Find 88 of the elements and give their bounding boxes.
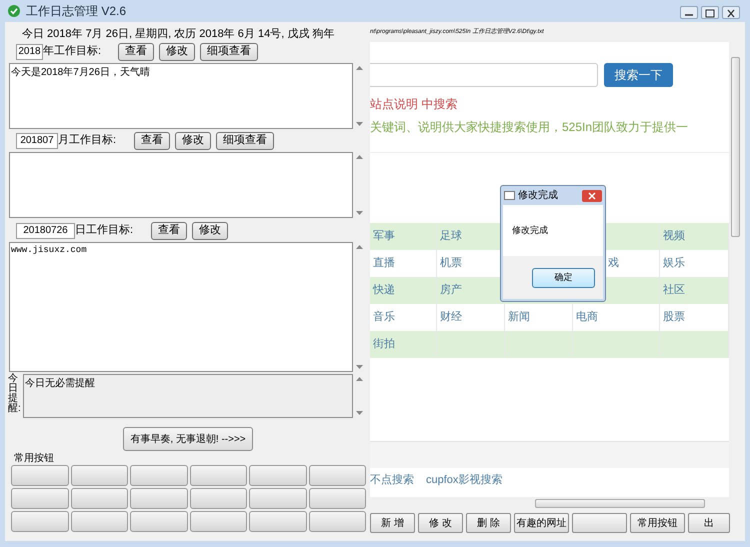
up-arrow-icon[interactable]	[356, 377, 363, 381]
shortcut-button[interactable]	[11, 488, 68, 509]
group-label: 常用按钮	[14, 453, 55, 465]
category-link[interactable]: 电商	[576, 311, 598, 323]
shortcut-button[interactable]	[70, 511, 128, 532]
date-input[interactable]: 2018	[16, 44, 43, 60]
scrollbar-thumb[interactable]	[535, 498, 705, 508]
dialog-title: 修改完成	[518, 188, 558, 203]
search-button[interactable]: 搜索一下	[604, 63, 673, 87]
goal-label: 月工作目标:	[58, 133, 116, 148]
toolbar-button[interactable]	[572, 513, 627, 533]
category-link[interactable]: 新闻	[508, 311, 530, 323]
shortcut-button[interactable]	[190, 465, 247, 486]
toolbar-button[interactable]: 新 增	[370, 513, 415, 533]
shortcut-button[interactable]	[70, 488, 128, 509]
down-arrow-icon[interactable]	[356, 365, 363, 369]
goal-button[interactable]: 查看	[134, 132, 170, 150]
date-input[interactable]: 20180726	[16, 222, 75, 238]
category-link[interactable]: 戏	[608, 257, 619, 269]
close-icon[interactable]	[722, 6, 740, 19]
minimize-icon[interactable]	[680, 6, 698, 19]
category-link[interactable]: 房产	[440, 284, 462, 296]
maximize-icon[interactable]	[701, 6, 719, 19]
goal-button[interactable]: 查看	[118, 42, 154, 60]
dialog-message: 修改完成	[512, 224, 548, 237]
scrollbar-thumb[interactable]	[730, 57, 740, 237]
toolbar-button[interactable]: 修 改	[418, 513, 463, 533]
category-link[interactable]: 机票	[440, 257, 462, 269]
category-link[interactable]: 音乐	[373, 311, 395, 323]
shortcut-button[interactable]	[70, 465, 128, 486]
category-link[interactable]: 足球	[440, 230, 462, 242]
intro-text: 关键词、说明供大家快捷搜索使用，525In团队致力于提供一	[370, 119, 690, 136]
ok-button[interactable]: 确定	[532, 268, 595, 288]
shortcut-button[interactable]	[249, 511, 306, 532]
category-link[interactable]: 直播	[373, 257, 395, 269]
shortcut-button[interactable]	[130, 488, 188, 509]
goal-button[interactable]: 细项查看	[216, 132, 274, 150]
goal-label: 日工作目标:	[75, 223, 134, 238]
category-link[interactable]: 军事	[373, 230, 395, 242]
goal-label: 年工作目标:	[43, 44, 102, 60]
goal-button[interactable]: 细项查看	[200, 42, 258, 60]
goal-text-area[interactable]	[9, 152, 353, 218]
shortcut-button[interactable]	[11, 511, 68, 532]
category-link[interactable]: 快递	[373, 284, 395, 296]
reminder-label: 今日提醒:	[8, 374, 19, 416]
shortcut-button[interactable]	[190, 511, 247, 532]
check-icon	[8, 5, 20, 17]
goal-button[interactable]: 修改	[192, 222, 228, 240]
site-link[interactable]: cupfox影视搜索	[426, 472, 502, 489]
window-icon	[504, 191, 515, 200]
shortcut-button[interactable]	[190, 488, 247, 509]
category-link[interactable]: 社区	[663, 284, 685, 296]
toolbar-button[interactable]: 出	[688, 513, 730, 533]
category-link[interactable]: 视频	[663, 230, 685, 242]
category-link[interactable]: 街拍	[373, 338, 395, 350]
notice-text: 站点说明 中搜索	[370, 96, 458, 113]
up-arrow-icon[interactable]	[356, 155, 363, 159]
search-field[interactable]	[370, 63, 598, 87]
toolbar-button[interactable]: 常用按钮	[630, 513, 685, 533]
up-arrow-icon[interactable]	[356, 66, 363, 70]
reminder-text-area[interactable]: 今日无必需提醒	[23, 374, 353, 418]
down-arrow-icon[interactable]	[356, 411, 363, 415]
category-link[interactable]: 股票	[663, 311, 685, 323]
shortcut-button[interactable]	[249, 465, 306, 486]
date-text: 今日 2018年 7月 26日, 星期四, 农历 2018年 6月 14号, 戊戌 狗年	[22, 27, 336, 40]
goal-button[interactable]: 修改	[159, 42, 196, 60]
toolbar-button[interactable]: 有趣的网址	[514, 513, 569, 533]
toolbar-button[interactable]: 删 除	[466, 513, 511, 533]
goal-button[interactable]: 查看	[151, 222, 188, 240]
court-button[interactable]: 有事早奏, 无事退朝! -->>>	[123, 427, 253, 451]
down-arrow-icon[interactable]	[356, 122, 363, 126]
shortcut-button[interactable]	[130, 465, 188, 486]
category-link[interactable]: 娱乐	[663, 257, 685, 269]
window-title: 工作日志管理 V2.6	[26, 3, 126, 20]
goal-text-area[interactable]: 今天是2018年7月26日，天气晴	[9, 63, 353, 129]
shortcut-button[interactable]	[308, 511, 366, 532]
shortcut-button[interactable]	[308, 465, 366, 486]
shortcut-button[interactable]	[130, 511, 188, 532]
goal-button[interactable]: 修改	[175, 132, 212, 150]
shortcut-button[interactable]	[249, 488, 306, 509]
category-link[interactable]: 财经	[440, 311, 462, 323]
site-link[interactable]: 不点搜索	[370, 472, 414, 489]
down-arrow-icon[interactable]	[356, 211, 363, 215]
goal-text-area[interactable]: www.jisuxz.com	[9, 242, 353, 372]
shortcut-button[interactable]	[308, 488, 366, 509]
up-arrow-icon[interactable]	[356, 245, 363, 249]
date-input[interactable]: 201807	[16, 132, 58, 148]
shortcut-button[interactable]	[11, 465, 68, 486]
